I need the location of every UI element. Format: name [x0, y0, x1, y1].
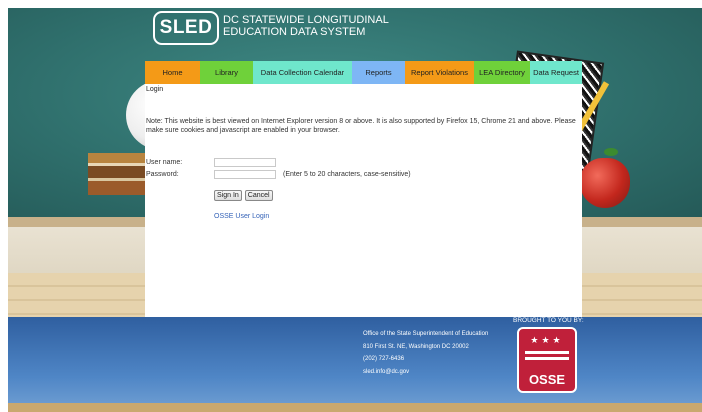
cancel-button[interactable]: Cancel	[244, 190, 273, 201]
nav-tab-library[interactable]: Library	[200, 61, 253, 84]
osse-logo-text: OSSE	[528, 372, 566, 387]
nav-tab-home[interactable]: Home	[145, 61, 200, 84]
nav-tab-lea-directory[interactable]: LEA Directory	[474, 61, 530, 84]
site-title-line2: EDUCATION DATA SYSTEM	[223, 26, 366, 38]
brought-to-you-by: BROUGHT TO YOU BY:	[513, 317, 584, 324]
nav-tab-label: Home	[162, 68, 183, 77]
flag-bar-icon	[525, 357, 569, 360]
browser-note: Note: This website is best viewed on Int…	[146, 118, 576, 134]
apple-leaf-image	[604, 148, 618, 156]
main-content: Home Library Data Collection Calendar Re…	[145, 61, 582, 317]
footer-address: 810 First St. NE, Washington DC 20002	[363, 343, 469, 350]
login-buttons: Sign In Cancel	[214, 190, 273, 201]
nav-tab-report-violations[interactable]: Report Violations	[405, 61, 474, 84]
username-input[interactable]	[214, 158, 276, 167]
password-label: Password:	[146, 171, 179, 178]
username-label: User name:	[146, 159, 183, 166]
password-row: Password: (Enter 5 to 20 characters, cas…	[145, 170, 582, 182]
footer-org: Office of the State Superintendent of Ed…	[363, 331, 489, 337]
password-hint: (Enter 5 to 20 characters, case-sensitiv…	[283, 171, 411, 178]
site-title: DC STATEWIDE LONGITUDINAL EDUCATION DATA…	[223, 14, 389, 38]
nav-tab-data-request[interactable]: Data Request	[530, 61, 582, 84]
login-form: User name: Password: (Enter 5 to 20 char…	[145, 158, 582, 220]
nav-tab-label: Data Collection Calendar	[260, 68, 345, 77]
nav-tab-reports[interactable]: Reports	[352, 61, 405, 84]
osse-user-login-link[interactable]: OSSE User Login	[214, 213, 269, 220]
sled-logo[interactable]: SLED	[153, 11, 219, 45]
sign-in-button[interactable]: Sign In	[214, 190, 242, 201]
username-row: User name:	[145, 158, 582, 170]
flag-bar-icon	[525, 351, 569, 354]
nav-tab-data-collection-calendar[interactable]: Data Collection Calendar	[253, 61, 352, 84]
nav-tab-label: Reports	[365, 68, 392, 77]
nav-tab-label: LEA Directory	[479, 68, 525, 77]
footer-bar	[8, 317, 702, 403]
osse-logo[interactable]: ★★★ OSSE	[517, 327, 577, 393]
main-nav: Home Library Data Collection Calendar Re…	[145, 61, 582, 84]
breadcrumb: Login	[146, 86, 164, 93]
page-background: SLED DC STATEWIDE LONGITUDINAL EDUCATION…	[8, 8, 702, 412]
nav-tab-label: Library	[215, 68, 238, 77]
site-title-line1: DC STATEWIDE LONGITUDINAL	[223, 14, 389, 26]
star-icon: ★★★	[530, 335, 564, 345]
footer-email[interactable]: sled.info@dc.gov	[363, 366, 488, 379]
footer-phone: (202) 727-6436	[363, 356, 405, 362]
footer-contact: Office of the State Superintendent of Ed…	[363, 328, 488, 378]
password-input[interactable]	[214, 170, 276, 179]
nav-tab-label: Report Violations	[411, 68, 468, 77]
floor-strip	[8, 403, 702, 412]
nav-tab-label: Data Request	[533, 68, 579, 77]
apple-image	[580, 158, 630, 208]
